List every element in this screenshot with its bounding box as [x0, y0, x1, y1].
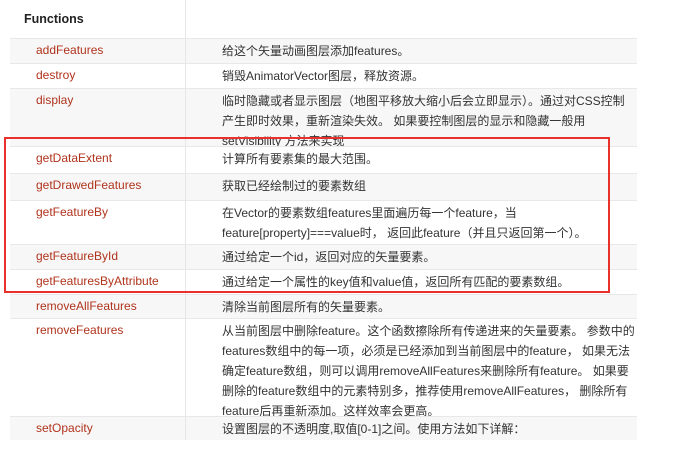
function-description: 临时隐藏或者显示图层（地图平移放大缩小后会立即显示）。通过对CSS控制 产生即时效… — [222, 91, 627, 151]
description-line: 从当前图层中删除feature。这个函数擦除所有传递进来的矢量要素。 参数中的 — [222, 324, 635, 338]
function-link-getDataExtent[interactable]: getDataExtent — [36, 151, 112, 165]
function-link-addFeatures[interactable]: addFeatures — [36, 43, 103, 57]
function-link-getFeaturesByAttribute[interactable]: getFeaturesByAttribute — [36, 274, 159, 288]
description-line: 临时隐藏或者显示图层（地图平移放大缩小后会立即显示）。通过对CSS控制 — [222, 94, 625, 108]
table-row: addFeatures 给这个矢量动画图层添加features。 — [10, 38, 637, 63]
table-row: destroy 销毁AnimatorVector图层，释放资源。 — [10, 63, 637, 88]
description-line: 设置图层的不透明度,取值[0-1]之间。使用方法如下详解： — [222, 422, 526, 436]
description-line: 删除的feature数组中的元素特别多，推荐使用removeAllFeature… — [222, 384, 628, 398]
function-description: 清除当前图层所有的矢量要素。 — [222, 297, 627, 317]
function-link-getFeatureBy[interactable]: getFeatureBy — [36, 205, 108, 219]
function-description: 从当前图层中删除feature。这个函数擦除所有传递进来的矢量要素。 参数中的 f… — [222, 321, 635, 421]
section-title: Functions — [24, 12, 84, 26]
description-line: 确定feature数组，则可以调用removeAllFeatures来删除所有f… — [222, 364, 629, 378]
description-line: 给这个矢量动画图层添加features。 — [222, 44, 410, 58]
table-row: getDataExtent 计算所有要素集的最大范围。 — [10, 146, 637, 173]
description-line: 通过给定一个id，返回对应的矢量要素。 — [222, 250, 436, 264]
function-link-removeFeatures[interactable]: removeFeatures — [36, 323, 123, 337]
table-row: removeAllFeatures 清除当前图层所有的矢量要素。 — [10, 294, 637, 318]
description-line: 销毁AnimatorVector图层，释放资源。 — [222, 69, 425, 83]
function-description: 获取已经绘制过的要素数组 — [222, 176, 627, 196]
table-row: removeFeatures 从当前图层中删除feature。这个函数擦除所有传递… — [10, 318, 637, 418]
function-description: 计算所有要素集的最大范围。 — [222, 149, 627, 169]
table-row: getFeatureBy 在Vector的要素数组features里面遍历每一个f… — [10, 200, 637, 244]
description-line: features数组中的每一项，必须是已经添加到当前图层中的feature， 如… — [222, 344, 631, 358]
table-row: display 临时隐藏或者显示图层（地图平移放大缩小后会立即显示）。通过对CSS… — [10, 88, 637, 148]
function-link-removeAllFeatures[interactable]: removeAllFeatures — [36, 299, 137, 313]
description-line: 通过给定一个属性的key值和value值，返回所有匹配的要素数组。 — [222, 275, 570, 289]
table-row: getDrawedFeatures 获取已经绘制过的要素数组 — [10, 173, 637, 200]
function-link-destroy[interactable]: destroy — [36, 68, 75, 82]
function-link-getDrawedFeatures[interactable]: getDrawedFeatures — [36, 178, 141, 192]
function-description: 给这个矢量动画图层添加features。 — [222, 41, 627, 61]
table-row: getFeaturesByAttribute 通过给定一个属性的key值和valu… — [10, 269, 637, 294]
function-description: 销毁AnimatorVector图层，释放资源。 — [222, 66, 627, 86]
description-line: 计算所有要素集的最大范围。 — [222, 152, 379, 166]
column-divider — [185, 0, 186, 440]
description-line: feature[property]===value时， 返回此feature（并… — [222, 226, 587, 240]
description-line: 在Vector的要素数组features里面遍历每一个feature，当 — [222, 206, 517, 220]
function-link-setOpacity[interactable]: setOpacity — [36, 421, 93, 435]
function-description: 通过给定一个属性的key值和value值，返回所有匹配的要素数组。 — [222, 272, 627, 292]
function-link-getFeatureById[interactable]: getFeatureById — [36, 249, 118, 263]
description-line: 产生即时效果，重新渲染失效。 如果要控制图层的显示和隐藏一般用 — [222, 114, 586, 128]
table-header-row: Functions — [10, 0, 637, 38]
description-line: 清除当前图层所有的矢量要素。 — [222, 300, 391, 314]
description-line: 获取已经绘制过的要素数组 — [222, 179, 367, 193]
table-row: getFeatureById 通过给定一个id，返回对应的矢量要素。 — [10, 244, 637, 269]
function-link-display[interactable]: display — [36, 93, 73, 107]
function-description: 在Vector的要素数组features里面遍历每一个feature，当 feat… — [222, 203, 627, 243]
function-description: 通过给定一个id，返回对应的矢量要素。 — [222, 247, 627, 267]
table-row: setOpacity 设置图层的不透明度,取值[0-1]之间。使用方法如下详解： — [10, 416, 637, 440]
function-description: 设置图层的不透明度,取值[0-1]之间。使用方法如下详解： — [222, 419, 627, 439]
